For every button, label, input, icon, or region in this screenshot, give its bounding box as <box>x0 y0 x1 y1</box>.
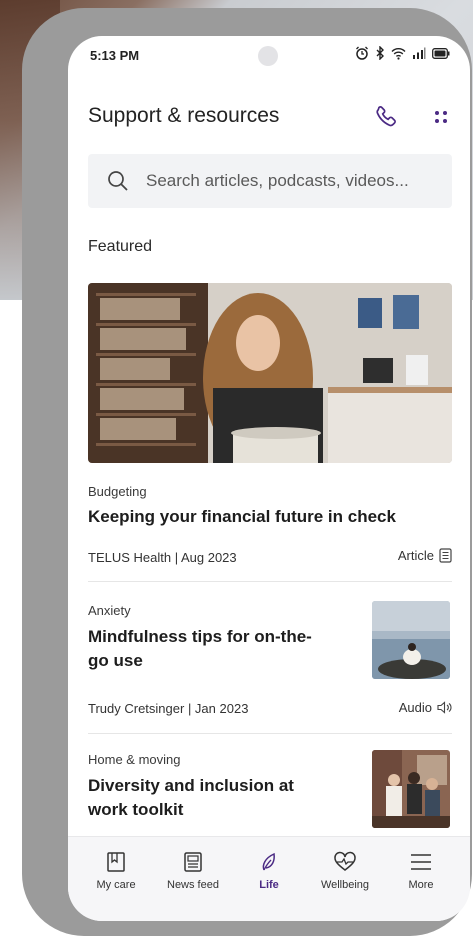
phone-screen: 5:13 PM Support & resources Featured <box>68 36 470 921</box>
grid-dots-icon <box>435 111 447 123</box>
article-category: Budgeting <box>88 484 147 499</box>
search-bar[interactable] <box>88 154 452 208</box>
wifi-icon <box>391 47 406 60</box>
heart-pulse-icon <box>334 851 356 871</box>
app-header: Support & resources <box>88 102 452 132</box>
tab-more[interactable]: More <box>385 851 457 891</box>
status-time: 5:13 PM <box>90 48 140 63</box>
article-meta: TELUS Health | Aug 2023 <box>88 550 237 565</box>
article-title-line-1[interactable]: Mindfulness tips for on-the- <box>88 625 312 649</box>
article-type-label: Article <box>397 548 434 563</box>
featured-article-image[interactable] <box>88 283 452 463</box>
article-title-line-2[interactable]: work toolkit <box>88 798 183 822</box>
article-type: Article <box>398 548 452 563</box>
article-meta: Trudy Cretsinger | Jan 2023 <box>88 701 249 716</box>
page-title: Support & resources <box>88 104 280 127</box>
article-thumbnail[interactable] <box>372 601 450 679</box>
menu-icon <box>411 854 431 870</box>
phone-frame: 5:13 PM Support & resources Featured <box>22 8 472 936</box>
book-icon <box>107 852 125 872</box>
tab-life[interactable]: Life <box>233 851 305 891</box>
tab-wellbeing[interactable]: Wellbeing <box>309 851 381 891</box>
article-category: Anxiety <box>88 603 131 618</box>
status-icons <box>355 46 450 60</box>
article-icon <box>439 548 452 563</box>
search-input[interactable] <box>146 167 446 195</box>
call-button[interactable] <box>372 102 400 130</box>
apps-grid-button[interactable] <box>430 106 452 128</box>
phone-icon <box>376 106 396 127</box>
article-type: Audio <box>399 700 452 715</box>
tab-label: My care <box>96 879 136 891</box>
article-title-line-1[interactable]: Diversity and inclusion at <box>88 774 294 798</box>
group-photo <box>372 750 450 828</box>
signal-icon <box>413 47 426 59</box>
article-category: Home & moving <box>88 752 181 767</box>
tab-news-feed[interactable]: News feed <box>157 851 229 891</box>
battery-icon <box>432 47 450 59</box>
bluetooth-icon <box>376 46 384 60</box>
article-type-label: Audio <box>398 700 432 715</box>
article-thumbnail[interactable] <box>372 750 450 828</box>
camera-cutout <box>258 46 278 66</box>
search-icon <box>108 171 128 191</box>
bottom-tab-bar: My care News feed Life Wellbeing More <box>68 836 470 921</box>
lake-photo <box>372 601 450 679</box>
article-title[interactable]: Keeping your financial future in check <box>88 505 396 529</box>
featured-photo <box>88 283 452 463</box>
tab-label: Wellbeing <box>320 879 370 891</box>
tab-label: Life <box>259 879 279 891</box>
leaf-icon <box>262 852 275 871</box>
tab-my-care[interactable]: My care <box>80 851 152 891</box>
newspaper-icon <box>184 852 202 872</box>
tab-label: More <box>408 879 434 891</box>
featured-heading: Featured <box>88 238 153 255</box>
alarm-icon <box>356 46 368 60</box>
status-bar: 5:13 PM <box>68 36 470 80</box>
divider <box>88 733 452 734</box>
tab-label: News feed <box>167 879 219 891</box>
article-title-line-2[interactable]: go use <box>88 649 143 673</box>
divider <box>88 581 452 582</box>
speaker-icon <box>437 701 452 714</box>
